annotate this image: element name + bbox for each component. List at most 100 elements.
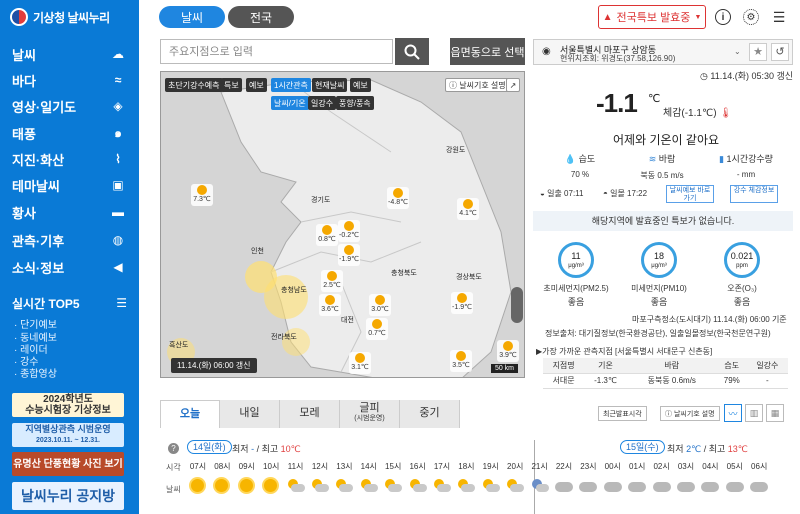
map-station[interactable]: 3.5℃ — [450, 350, 472, 372]
sidebar-item-theme[interactable]: 테마날씨 ▣ — [0, 173, 139, 197]
table-cell: 79% — [716, 373, 747, 389]
hour-label: 18시 — [458, 462, 475, 471]
banner-suneung[interactable]: 2024학년도 수능시험장 기상정보 — [12, 393, 124, 417]
tab-label: 글피 — [359, 402, 380, 414]
hour-label: 02시 — [653, 462, 670, 471]
latest-release-button[interactable]: 최근발표시각 — [598, 406, 647, 421]
sun-weather-icon — [237, 478, 257, 494]
tab-today[interactable]: 오늘 — [160, 400, 220, 428]
forecast-legend-button[interactable]: ⓘ 날씨기호 설명 — [660, 406, 720, 421]
map-station[interactable]: -1.9℃ — [338, 244, 360, 266]
map-region-label: 전라북도 — [271, 334, 297, 341]
table-view-icon[interactable]: ▦ — [766, 404, 784, 422]
reset-icon[interactable]: ↺ — [771, 43, 789, 61]
external-link-icon[interactable]: ↗ — [506, 78, 520, 92]
sunrise-label: 일출 — [547, 189, 562, 198]
hour-label: 01시 — [629, 462, 646, 471]
wind-value: 북동 0.5 m/s — [640, 171, 684, 180]
location-coord: 현위치조회: 위경도(37.58,126.90) — [560, 54, 676, 63]
map-station[interactable]: 4.1℃ — [457, 198, 479, 220]
banner-autumn-leaves[interactable]: 유명산 단풍현황 사진 보기 — [12, 452, 124, 476]
map-station[interactable]: 3.1℃ — [349, 352, 371, 374]
sidebar-item-observation[interactable]: 관측·기후 ◍ — [0, 228, 139, 252]
rain-label: 1시간강수량 — [726, 154, 773, 164]
help-icon[interactable]: ? — [168, 443, 179, 454]
table-cell: 동북동 0.6m/s — [626, 373, 717, 389]
station-temp: 3.9℃ — [499, 352, 517, 359]
sun-icon — [463, 199, 473, 209]
tab-day-after[interactable]: 모레 — [280, 400, 340, 428]
map-station[interactable]: 7.3℃ — [191, 184, 213, 206]
tab-third-day[interactable]: 글피 (시범운영) — [340, 400, 400, 428]
map-btn-wind[interactable]: 풍향/풍속 — [336, 96, 374, 110]
banner-notice-room[interactable]: 날씨누리 공지방 — [12, 482, 124, 510]
max-label: 최고 — [708, 444, 726, 454]
alert-button[interactable]: ▲ 전국특보 발효중 ▼ — [598, 5, 706, 29]
star-icon[interactable]: ★ — [749, 43, 767, 61]
pm25-gauge: 11 μg/m³ — [558, 242, 594, 278]
hour-label: 12시 — [311, 462, 329, 471]
map-btn-daily-rain[interactable]: 일강수 — [308, 96, 337, 110]
map-station[interactable]: -0.2℃ — [338, 220, 360, 242]
map-station[interactable]: 3.0℃ — [369, 294, 391, 316]
map-station[interactable]: 3.6℃ — [319, 294, 341, 316]
search-input[interactable] — [160, 39, 393, 64]
pm10-value: 18 — [653, 251, 664, 261]
tab-tomorrow[interactable]: 내일 — [220, 400, 280, 428]
observation-time-text: 11.14.(화) 05:30 갱신 — [710, 71, 794, 81]
map-region-label: 경상북도 — [456, 274, 482, 281]
map-btn-forecast2[interactable]: 예보 — [350, 78, 371, 92]
banner-line: 공지방 — [76, 487, 116, 504]
search-icon — [404, 44, 420, 60]
sidebar-item-dust[interactable]: 황사 ▬ — [0, 200, 139, 224]
bar-view-icon[interactable]: ▥ — [745, 404, 763, 422]
map-btn-current[interactable]: 현재날씨 — [312, 78, 348, 92]
tab-midterm[interactable]: 중기 — [400, 400, 460, 428]
hour-label: 06시 — [751, 462, 768, 471]
sun-icon — [344, 245, 354, 255]
map-btn-forecast[interactable]: 예보 — [246, 78, 267, 92]
top5-item[interactable]: · 종합영상 — [14, 365, 57, 380]
weather-map[interactable]: 초단기강수예측 특보 예보 1시간관측 현재날씨 예보 날씨/기온 일강수 풍향… — [160, 71, 525, 378]
graph-view-icon[interactable]: 〰 — [724, 404, 742, 422]
forecast-shortcut-button[interactable]: 날씨예보 바로가기 — [666, 185, 714, 203]
list-icon[interactable]: ☰ — [116, 296, 127, 310]
location-box[interactable]: ◉ 서울특별시 마포구 상암동 현위치조회: 위경도(37.58,126.90)… — [533, 39, 793, 65]
map-station[interactable]: -1.9℃ — [451, 292, 473, 314]
map-btn-nowcast[interactable]: 초단기강수예측 — [165, 78, 223, 92]
info-icon: ⓘ — [449, 80, 457, 90]
gear-icon[interactable]: ⚙ — [743, 9, 759, 25]
sidebar-item-typhoon[interactable]: 태풍 ๑ — [0, 121, 139, 145]
sidebar-item-news[interactable]: 소식·정보 ◀ — [0, 255, 139, 279]
map-station[interactable]: 0.8℃ — [316, 224, 338, 246]
map-station[interactable]: 2.5℃ — [321, 270, 343, 292]
chevron-down-icon[interactable]: ⌄ — [734, 47, 741, 56]
map-station[interactable]: -4.8℃ — [387, 187, 409, 209]
logo[interactable]: 기상청 날씨누리 — [10, 6, 110, 28]
map-btn-warning[interactable]: 특보 — [221, 78, 242, 92]
air-quality-source: 정보출처: 대기질정보(한국환경공단), 일출일몰정보(한국천문연구원) — [545, 329, 771, 338]
info-icon[interactable]: i — [715, 9, 731, 25]
select-dong-button[interactable]: 읍면동으로 선택 — [450, 38, 525, 65]
hamburger-menu-icon[interactable]: ☰ — [771, 9, 787, 25]
sidebar-item-earthquake[interactable]: 지진·화산 ⌇ — [0, 147, 139, 171]
part-weather-icon — [310, 478, 330, 494]
sidebar-item-label: 영상·일기도 — [12, 99, 77, 115]
banner-regional-observation[interactable]: 지역별상관측 시범운영 2023.10.11. ~ 12.31. — [12, 423, 124, 447]
station-temp: 3.1℃ — [351, 364, 369, 371]
sidebar-item-sea[interactable]: 바다 ≈ — [0, 68, 139, 92]
map-zoom-slider[interactable] — [511, 287, 523, 323]
station-temp: 7.3℃ — [193, 196, 211, 203]
map-station[interactable]: 0.7℃ — [366, 318, 388, 340]
map-btn-hourly-obs[interactable]: 1시간관측 — [271, 78, 311, 92]
map-legend-button[interactable]: ⓘ 날씨기호 설명 — [445, 78, 510, 92]
weather-toggle-button[interactable]: 날씨 — [159, 6, 225, 28]
map-btn-weather-temp[interactable]: 날씨/기온 — [271, 96, 309, 110]
search-button[interactable] — [395, 38, 429, 65]
sidebar-item-weather[interactable]: 날씨 ☁ — [0, 42, 139, 66]
map-station[interactable]: 3.9℃ — [497, 340, 519, 362]
nation-toggle-button[interactable]: 전국 — [228, 6, 294, 28]
rain-feel-button[interactable]: 강수 체감정보 — [730, 185, 778, 203]
sidebar-item-image[interactable]: 영상·일기도 ◈ — [0, 94, 139, 118]
sun-icon — [503, 341, 513, 351]
